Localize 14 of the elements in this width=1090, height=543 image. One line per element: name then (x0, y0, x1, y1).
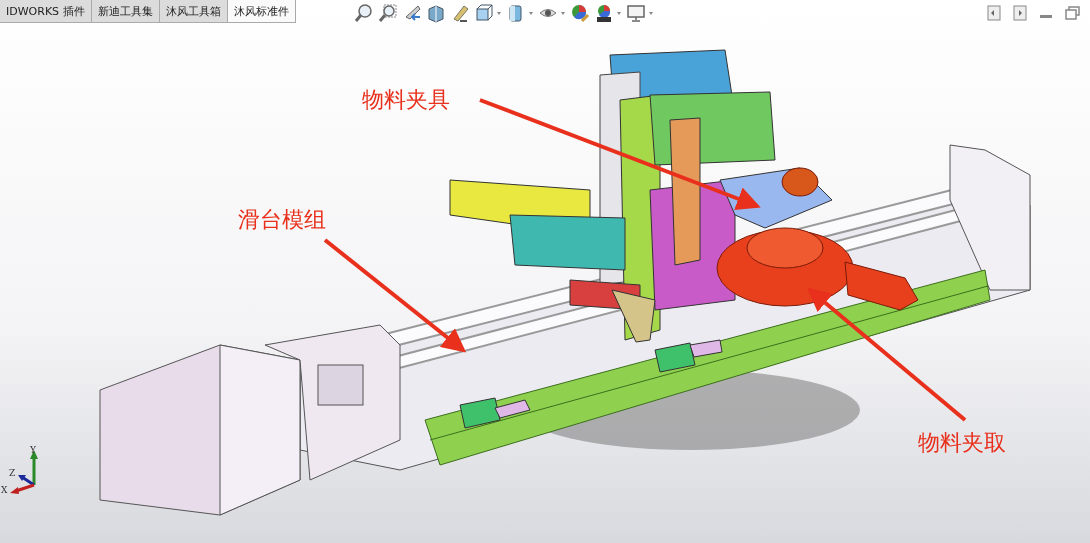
axis-label: X (1, 485, 8, 495)
axis-label: Z (9, 468, 16, 478)
zoom-to-fit-icon[interactable] (353, 2, 374, 23)
monitor-icon[interactable] (625, 2, 646, 23)
callout-label: 滑台模组 (238, 206, 326, 234)
callout-label: 物料夹取 (918, 429, 1006, 457)
view-orientation-icon[interactable] (473, 2, 494, 23)
axis-label: Y (30, 445, 36, 455)
toolbar-tab[interactable]: 沐风标准件 (227, 0, 296, 22)
callout-label: 物料夹具 (362, 86, 450, 114)
color-wheel-icon[interactable] (569, 2, 590, 23)
zoom-area-icon[interactable] (377, 2, 398, 23)
panel-right-icon[interactable] (1010, 2, 1030, 23)
panel-left-icon[interactable] (984, 2, 1004, 23)
